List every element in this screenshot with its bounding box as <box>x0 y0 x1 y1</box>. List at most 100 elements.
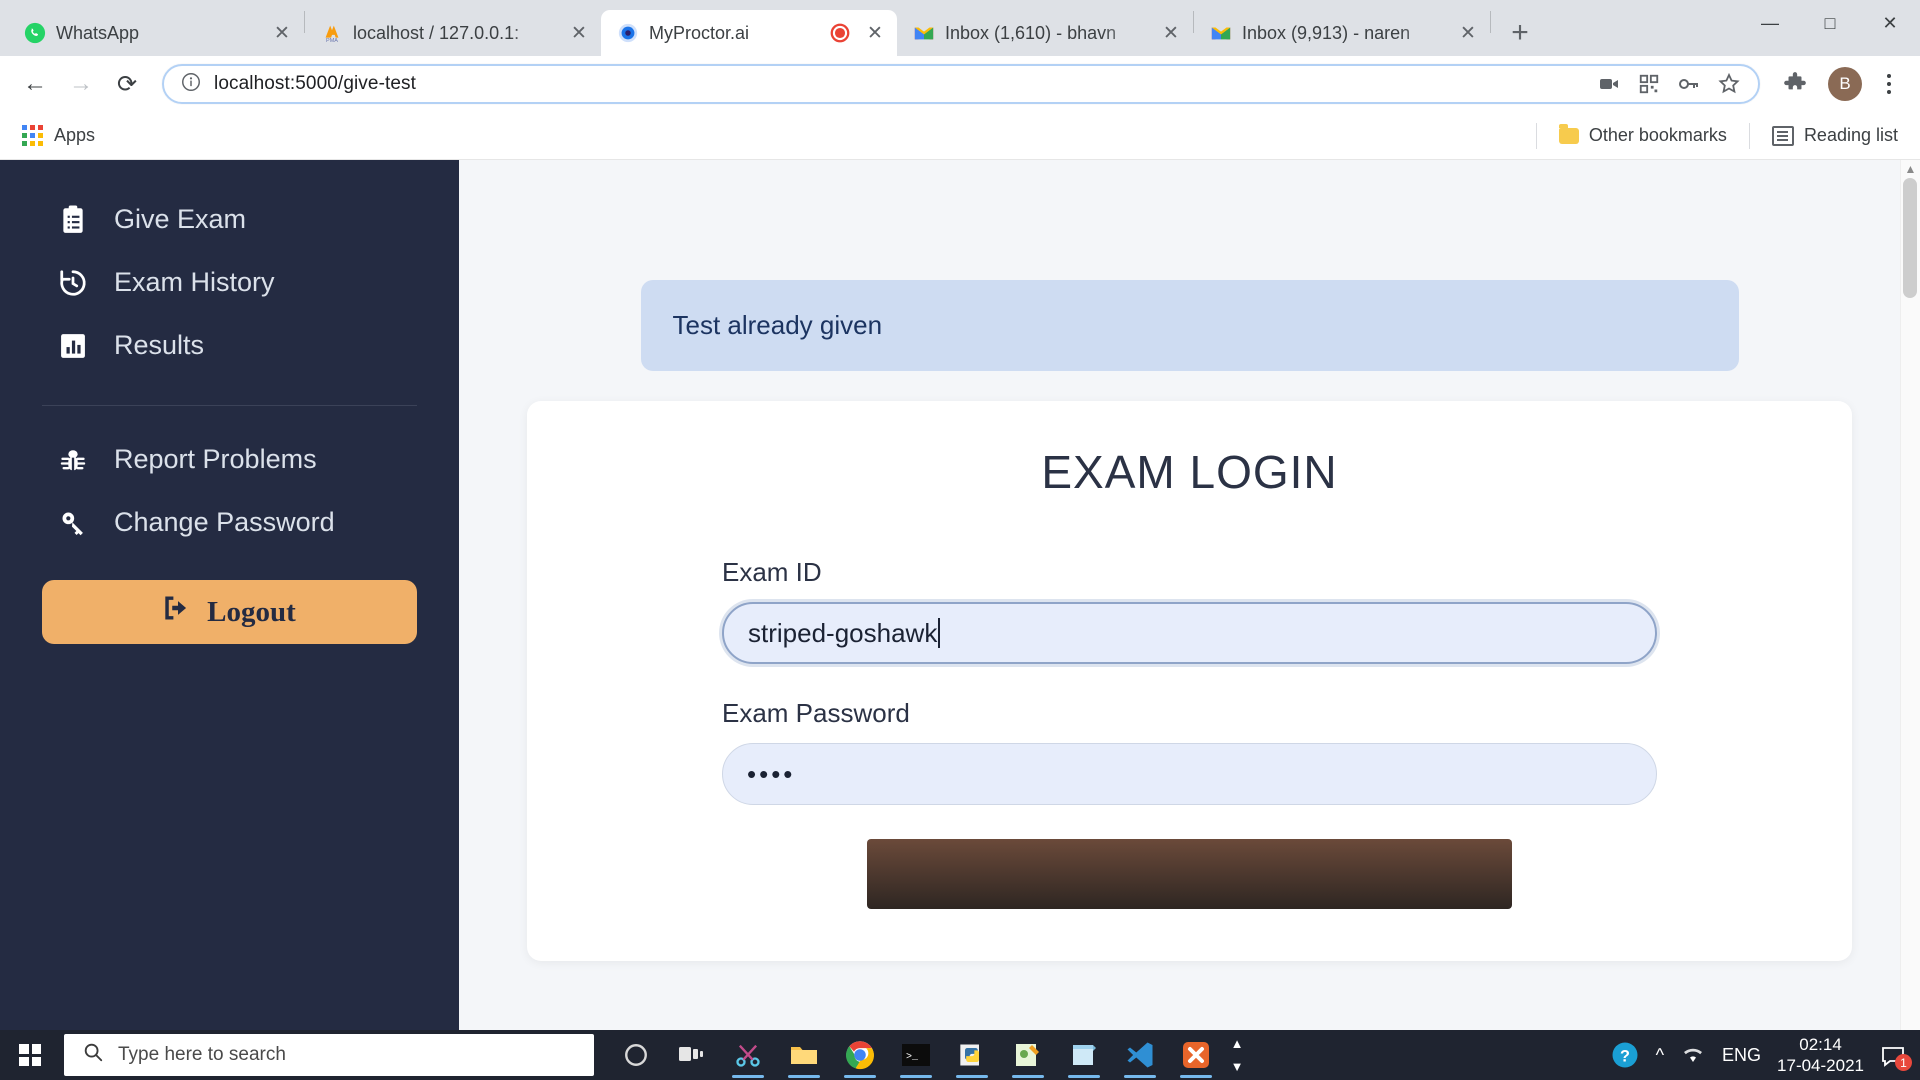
bug-icon <box>58 446 88 474</box>
svg-text:?: ? <box>1620 1047 1630 1065</box>
gmail-icon <box>913 22 935 44</box>
exam-id-label: Exam ID <box>722 557 1657 588</box>
sidebar-item-give-exam[interactable]: Give Exam <box>0 188 459 251</box>
close-tab-icon[interactable]: ✕ <box>268 19 296 47</box>
reload-button[interactable]: ⟳ <box>106 63 148 105</box>
page-scrollbar[interactable]: ▲ <box>1900 160 1920 1030</box>
scrollbar-thumb[interactable] <box>1903 178 1917 298</box>
page-title: EXAM LOGIN <box>527 445 1852 499</box>
omnibox-icons <box>1596 71 1742 97</box>
browser-toolbar: ← → ⟳ localhost:5000/give-test <box>0 56 1920 112</box>
close-tab-icon[interactable]: ✕ <box>1157 19 1185 47</box>
vscode-icon[interactable] <box>1112 1030 1168 1080</box>
help-question-icon[interactable]: ? <box>1610 1040 1640 1070</box>
new-tab-button[interactable]: + <box>1501 14 1539 52</box>
scroll-down-arrow-icon[interactable]: ▼ <box>1231 1059 1244 1074</box>
tab-title: Inbox (9,913) - naren <box>1242 23 1444 44</box>
other-bookmarks-label: Other bookmarks <box>1589 125 1727 146</box>
browser-tab[interactable]: PMA localhost / 127.0.0.1: ✕ <box>305 10 601 56</box>
close-tab-icon[interactable]: ✕ <box>861 19 889 47</box>
browser-tab[interactable]: Inbox (9,913) - naren ✕ <box>1194 10 1490 56</box>
close-tab-icon[interactable]: ✕ <box>565 19 593 47</box>
browser-tab[interactable]: WhatsApp ✕ <box>8 10 304 56</box>
search-icon <box>82 1041 104 1069</box>
qr-code-icon[interactable] <box>1636 71 1662 97</box>
xampp-icon[interactable] <box>1168 1030 1224 1080</box>
reading-list-button[interactable]: Reading list <box>1764 121 1906 150</box>
exam-password-label: Exam Password <box>722 698 1657 729</box>
password-key-icon[interactable] <box>1676 71 1702 97</box>
sidebar-item-change-password[interactable]: Change Password <box>0 491 459 554</box>
notification-bell-icon[interactable]: 1 <box>1880 1043 1906 1067</box>
extensions-icon[interactable] <box>1774 63 1816 105</box>
video-camera-icon[interactable] <box>1596 71 1622 97</box>
task-view-icon[interactable] <box>664 1030 720 1080</box>
scroll-up-arrow-icon[interactable]: ▲ <box>1231 1036 1244 1051</box>
phpmyadmin-icon: PMA <box>321 22 343 44</box>
three-dot-menu-icon[interactable] <box>1872 74 1906 94</box>
taskbar-clock[interactable]: 02:14 17-04-2021 <box>1777 1034 1864 1077</box>
bookmark-star-icon[interactable] <box>1716 71 1742 97</box>
apps-grid-icon <box>22 125 44 147</box>
site-info-icon[interactable] <box>180 71 202 98</box>
clipboard-list-icon <box>58 205 88 235</box>
python-icon[interactable] <box>944 1030 1000 1080</box>
browser-window: WhatsApp ✕ PMA localhost / 127.0.0.1: ✕ … <box>0 0 1920 1030</box>
tab-strip: WhatsApp ✕ PMA localhost / 127.0.0.1: ✕ … <box>0 0 1920 56</box>
cortana-circle-icon[interactable] <box>608 1030 664 1080</box>
whatsapp-icon <box>24 22 46 44</box>
taskbar-app-icons: >_ <box>608 1030 1224 1080</box>
close-tab-icon[interactable]: ✕ <box>1454 19 1482 47</box>
exam-password-input[interactable]: •••• <box>722 743 1657 805</box>
show-hidden-icons-icon[interactable]: ^ <box>1656 1045 1664 1066</box>
bookmark-apps[interactable]: Apps <box>14 121 103 151</box>
bookmarks-separator <box>1536 123 1537 149</box>
svg-text:>_: >_ <box>906 1052 919 1063</box>
tab-title: WhatsApp <box>56 23 258 44</box>
close-window-button[interactable]: ✕ <box>1860 0 1920 46</box>
logout-label: Logout <box>207 596 296 629</box>
terminal-icon[interactable]: >_ <box>888 1030 944 1080</box>
forward-button[interactable]: → <box>60 63 102 105</box>
key-icon <box>58 509 88 537</box>
maximize-button[interactable]: □ <box>1800 0 1860 46</box>
profile-avatar[interactable]: B <box>1828 67 1862 101</box>
app-sidebar: Give Exam Exam History Results Repor <box>0 160 459 1030</box>
svg-text:PMA: PMA <box>326 38 338 44</box>
alert-message: Test already given <box>641 280 1739 371</box>
language-indicator[interactable]: ENG <box>1722 1045 1761 1066</box>
minimize-button[interactable]: — <box>1740 0 1800 46</box>
folder-icon <box>1559 128 1579 144</box>
exam-id-input[interactable]: striped-goshawk <box>722 602 1657 664</box>
tab-title: localhost / 127.0.0.1: <box>353 23 555 44</box>
other-bookmarks-button[interactable]: Other bookmarks <box>1551 121 1735 150</box>
sidebar-divider <box>42 405 417 406</box>
back-button[interactable]: ← <box>14 63 56 105</box>
notepad-plus-icon[interactable] <box>1000 1030 1056 1080</box>
bookmarks-bar: Apps Other bookmarks Reading list <box>0 112 1920 160</box>
sidebar-item-label: Exam History <box>114 267 275 298</box>
sidebar-item-results[interactable]: Results <box>0 314 459 377</box>
bar-chart-icon <box>58 333 88 359</box>
browser-tab[interactable]: Inbox (1,610) - bhavn ✕ <box>897 10 1193 56</box>
wifi-icon[interactable] <box>1680 1044 1706 1066</box>
file-explorer-icon[interactable] <box>776 1030 832 1080</box>
taskbar-scroll-arrows[interactable]: ▲ ▼ <box>1224 1036 1250 1074</box>
browser-tab-active[interactable]: MyProctor.ai ✕ <box>601 10 897 56</box>
snipping-tool-icon[interactable] <box>720 1030 776 1080</box>
tab-separator <box>1490 11 1491 33</box>
logout-button[interactable]: Logout <box>42 580 417 644</box>
sidebar-item-label: Give Exam <box>114 204 246 235</box>
exam-password-value: •••• <box>747 759 795 790</box>
chrome-icon[interactable] <box>832 1030 888 1080</box>
notification-count: 1 <box>1895 1054 1912 1071</box>
sidebar-item-exam-history[interactable]: Exam History <box>0 251 459 314</box>
taskbar-search-input[interactable]: Type here to search <box>64 1034 594 1076</box>
scroll-up-arrow-icon[interactable]: ▲ <box>1901 160 1920 178</box>
sidebar-item-report-problems[interactable]: Report Problems <box>0 428 459 491</box>
sticky-notes-icon[interactable] <box>1056 1030 1112 1080</box>
myproctor-icon <box>617 22 639 44</box>
address-bar[interactable]: localhost:5000/give-test <box>162 64 1760 104</box>
windows-start-icon[interactable] <box>0 1030 60 1080</box>
sign-out-icon <box>163 594 193 630</box>
